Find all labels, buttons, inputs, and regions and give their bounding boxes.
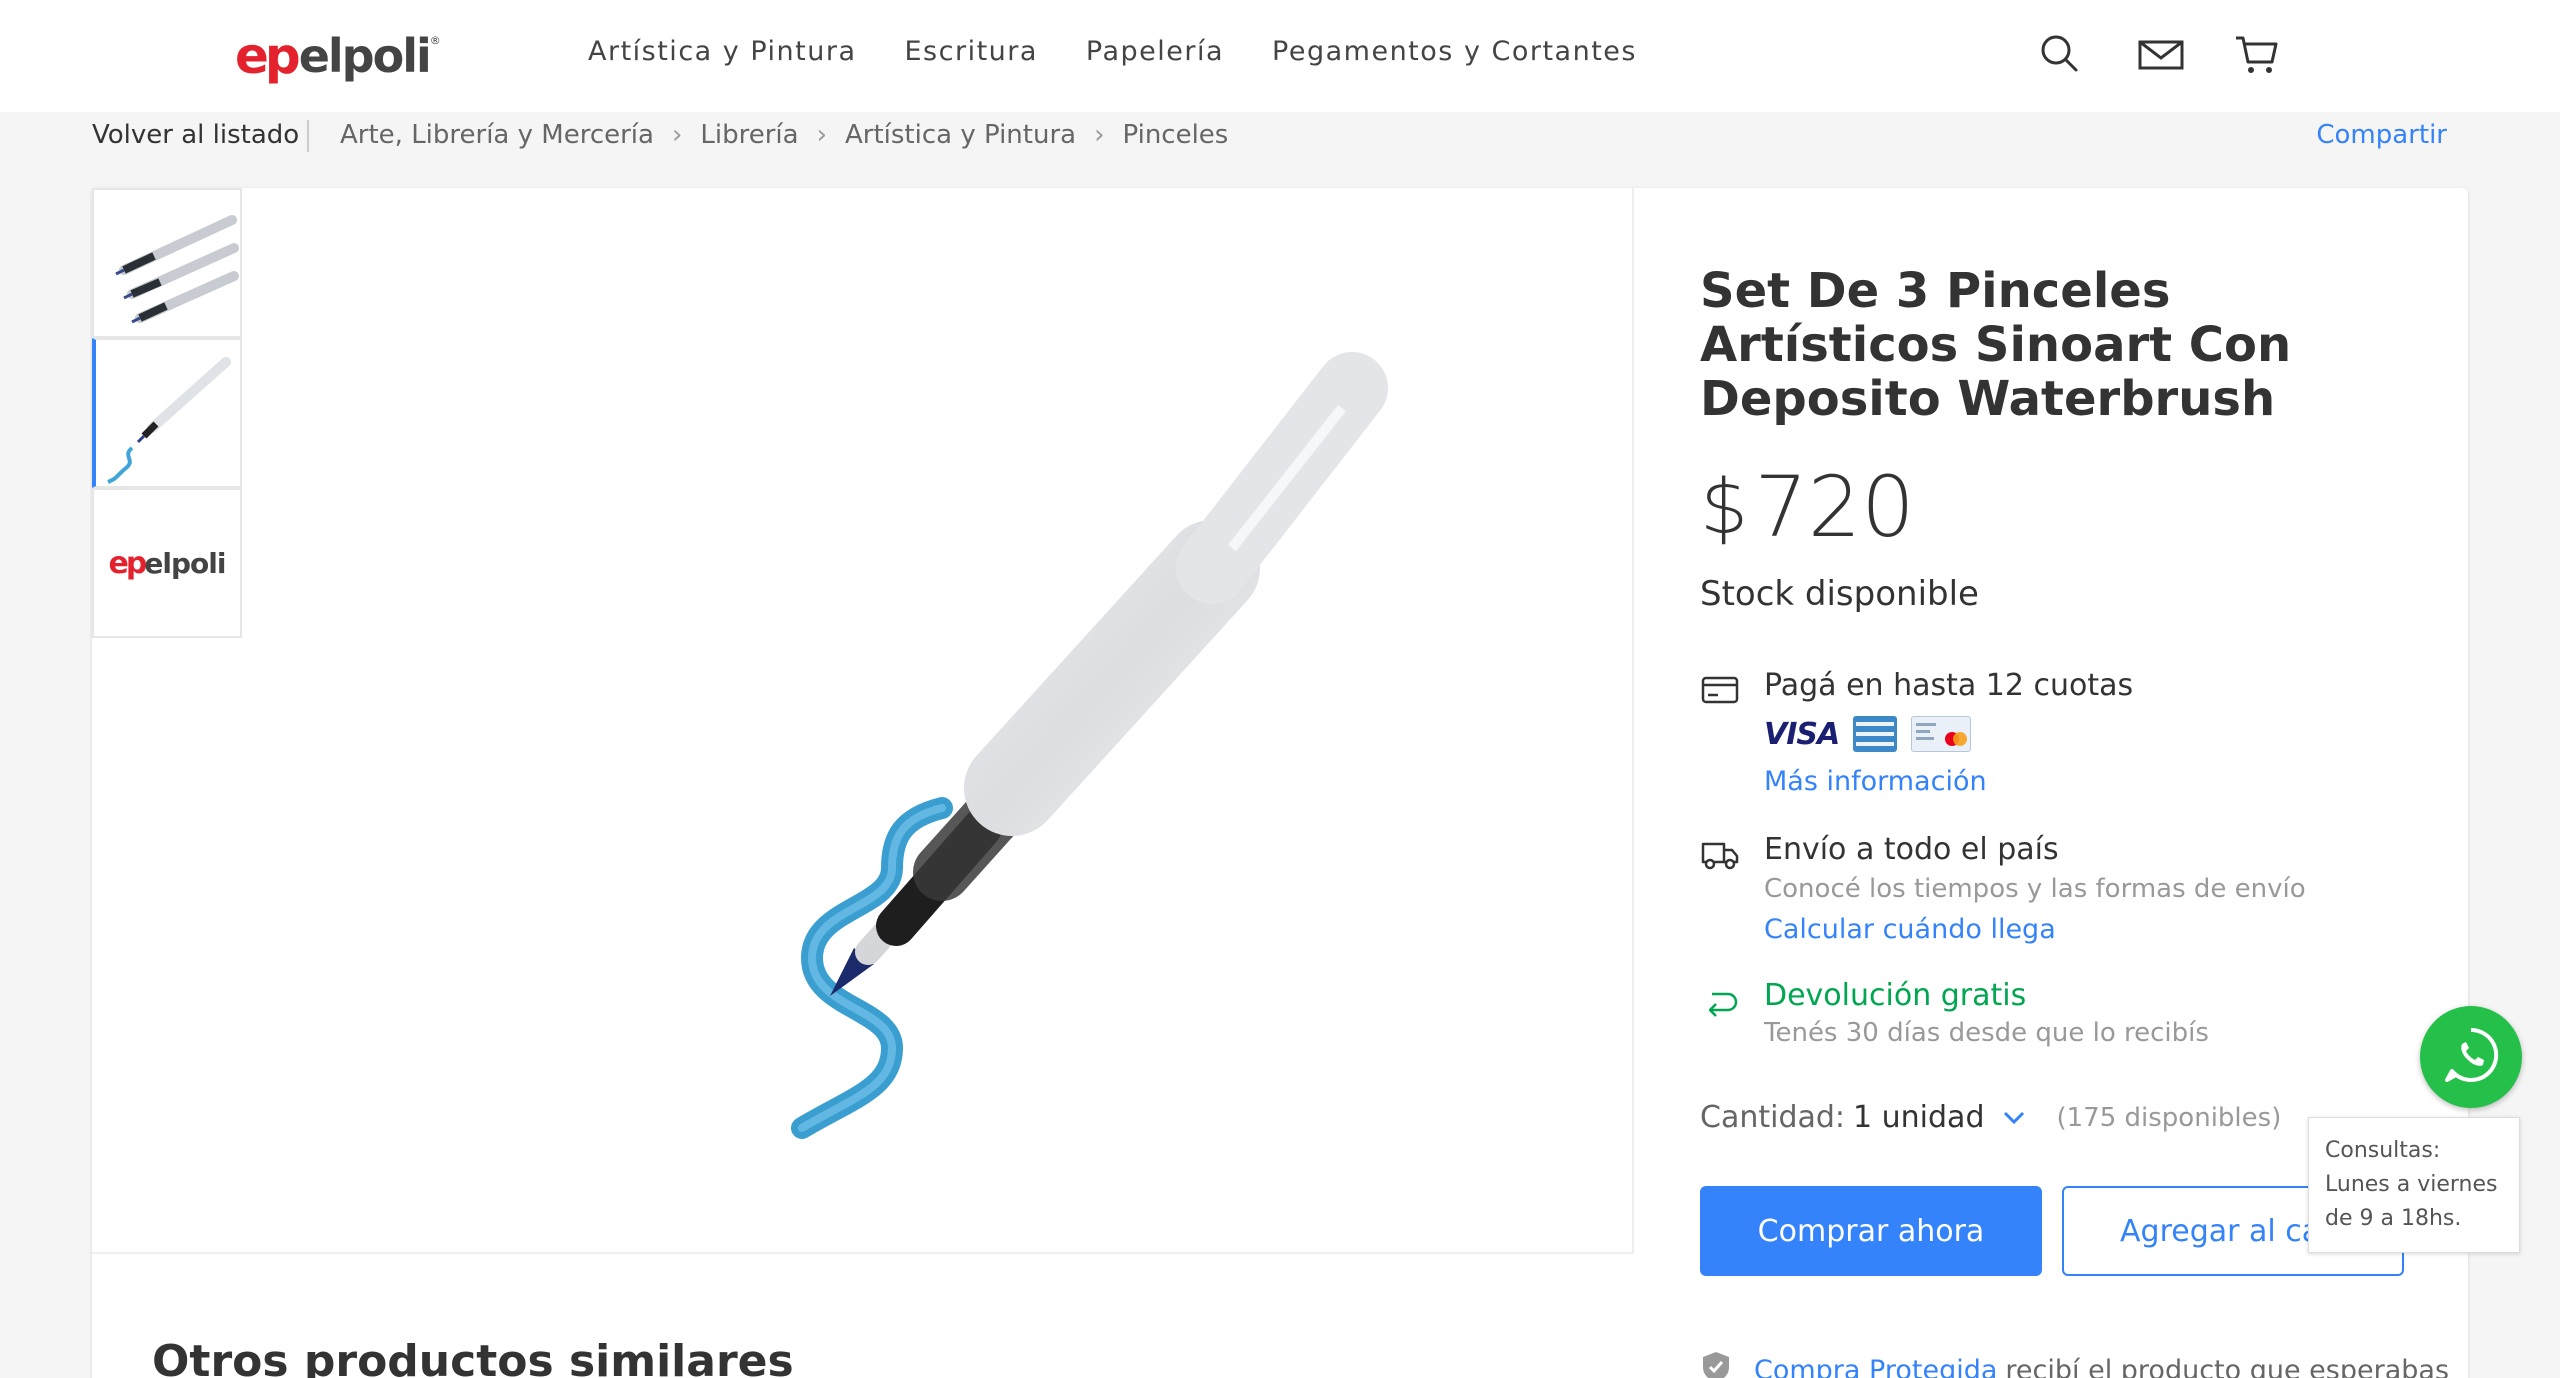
payment-more-info-link[interactable]: Más información: [1764, 766, 1987, 797]
chevron-down-icon[interactable]: [2001, 1100, 2027, 1135]
product-price: $ 720: [1700, 462, 1915, 552]
shipping-info: Envío a todo el país Conocé los tiempos …: [1700, 832, 2440, 952]
returns-title: Devolución gratis: [1764, 978, 2027, 1013]
shield-icon: [1700, 1350, 1732, 1378]
chevron-right-icon: ›: [816, 120, 827, 150]
calculate-shipping-link[interactable]: Calcular cuándo llega: [1764, 914, 2056, 945]
nav-artistica-pintura[interactable]: Artística y Pintura: [588, 36, 857, 67]
quantity-label: Cantidad:: [1700, 1100, 1846, 1135]
back-to-list-link[interactable]: Volver al listado: [92, 120, 299, 150]
price-amount: 720: [1754, 458, 1915, 556]
nav-papeleria[interactable]: Papelería: [1086, 36, 1224, 67]
buy-now-button[interactable]: Comprar ahora: [1700, 1186, 2042, 1276]
breadcrumb-item-artistica[interactable]: Artística y Pintura: [845, 120, 1076, 150]
similar-products-heading: Otros productos similares: [152, 1336, 794, 1378]
breadcrumb-item-libreria[interactable]: Librería: [700, 120, 798, 150]
truck-icon: [1700, 834, 1740, 874]
protected-purchase: Compra Protegida recibí el producto que …: [1700, 1350, 2449, 1378]
whatsapp-tooltip: Consultas: Lunes a viernes de 9 a 18hs.: [2308, 1117, 2520, 1253]
breadcrumb-item-pinceles[interactable]: Pinceles: [1122, 120, 1228, 150]
thumbnail-brushes-set[interactable]: [92, 188, 242, 338]
shipping-title: Envío a todo el país: [1764, 832, 2059, 867]
whatsapp-button[interactable]: [2420, 1006, 2522, 1108]
breadcrumb-divider: [307, 120, 309, 152]
returns-subtitle: Tenés 30 días desde que lo recibís: [1764, 1018, 2209, 1048]
price-currency: $: [1700, 462, 1749, 551]
site-header: ep elpoli ® Artística y Pintura Escritur…: [0, 0, 2560, 112]
product-main-image[interactable]: [472, 248, 1472, 1188]
stock-status: Stock disponible: [1700, 574, 1979, 614]
quantity-value[interactable]: 1 unidad: [1853, 1100, 1984, 1135]
protected-purchase-text: recibí el producto que esperabas: [2005, 1355, 2450, 1378]
amex-icon: [1853, 716, 1898, 752]
thumb-logo-mark: ep: [108, 545, 148, 581]
breadcrumb-item-arte[interactable]: Arte, Librería y Mercería: [340, 120, 654, 150]
protected-purchase-link[interactable]: Compra Protegida: [1754, 1355, 1997, 1378]
thumb-logo-text: elpoli: [144, 546, 226, 580]
product-title: Set De 3 Pinceles Artísticos Sinoart Con…: [1700, 263, 2292, 427]
return-arrow-icon: [1700, 980, 1740, 1020]
generic-card-icon: [1911, 716, 1972, 752]
payment-title: Pagá en hasta 12 cuotas: [1764, 668, 2134, 703]
nav-pegamentos-cortantes[interactable]: Pegamentos y Cortantes: [1272, 36, 1637, 67]
logo-mark: ep: [235, 27, 301, 85]
nav-escritura[interactable]: Escritura: [905, 36, 1038, 67]
search-icon[interactable]: [2036, 30, 2084, 78]
chevron-right-icon: ›: [1094, 120, 1105, 150]
whatsapp-icon: [2440, 1024, 2502, 1090]
available-count: (175 disponibles): [2056, 1102, 2282, 1133]
product-gallery: ep elpoli: [92, 188, 1634, 1254]
thumbnail-elpoli-logo[interactable]: ep elpoli: [92, 488, 242, 638]
elpoli-logo[interactable]: ep elpoli ®: [235, 27, 441, 85]
credit-card-icon: [1700, 670, 1740, 710]
share-link[interactable]: Compartir: [2316, 120, 2447, 150]
thumbnail-single-brush[interactable]: [92, 338, 242, 488]
cart-icon[interactable]: [2232, 30, 2280, 78]
quantity-selector: Cantidad: 1 unidad (175 disponibles): [1700, 1100, 2281, 1135]
main-nav: Artística y Pintura Escritura Papelería …: [588, 36, 1637, 67]
returns-info: Devolución gratis Tenés 30 días desde qu…: [1700, 978, 2440, 1058]
mail-icon[interactable]: [2136, 30, 2184, 78]
payment-info: Pagá en hasta 12 cuotas VISA Más informa…: [1700, 668, 2440, 808]
visa-logo: VISA: [1764, 716, 1840, 752]
logo-text: elpoli: [298, 29, 432, 83]
shipping-subtitle: Conocé los tiempos y las formas de envío: [1764, 874, 2306, 904]
breadcrumb: Arte, Librería y Mercería › Librería › A…: [340, 120, 1228, 150]
payment-methods: VISA: [1764, 716, 1972, 752]
registered-mark: ®: [429, 34, 441, 47]
chevron-right-icon: ›: [671, 120, 683, 150]
